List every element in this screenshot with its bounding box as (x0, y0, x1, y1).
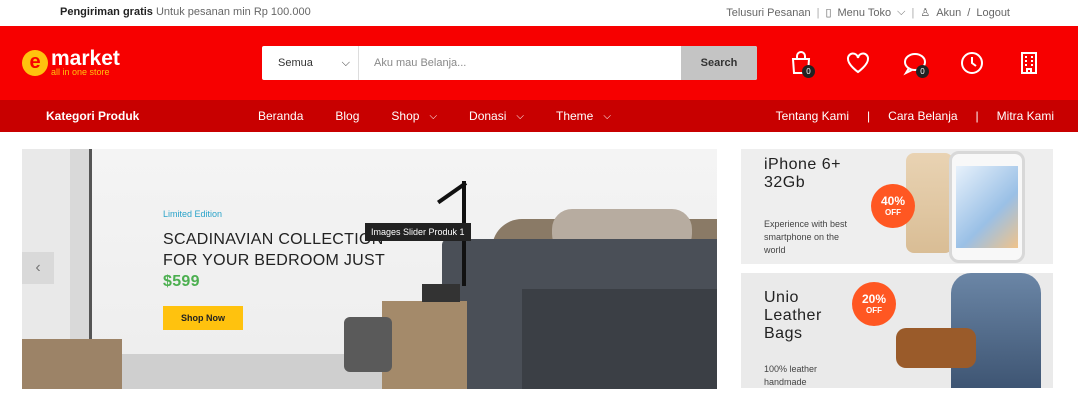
brand-name: market (51, 47, 120, 70)
categories-menu[interactable]: Kategori Produk (46, 109, 139, 123)
divider: | (816, 6, 820, 19)
promo-description: 100% leather handmade (764, 364, 818, 387)
discount-value: 20% (861, 292, 887, 306)
hero-price: $599 (163, 273, 200, 290)
shipping-bold: Pengiriman gratis (60, 6, 153, 18)
building-icon (1021, 52, 1037, 74)
chat-count-badge: 0 (916, 65, 929, 78)
history-icon (961, 52, 983, 74)
discount-badge: 40% OFF (871, 184, 915, 228)
store-icon: ▯ (825, 7, 832, 19)
hero-tag: Limited Edition (163, 209, 223, 219)
discount-badge: 20% OFF (852, 282, 896, 326)
cart-count-badge: 0 (802, 65, 815, 78)
chevron-left-icon: ‹ (35, 259, 41, 276)
divider: | (867, 109, 871, 123)
category-select-value: Semua (278, 57, 313, 69)
category-select[interactable]: Semua ⌵ (262, 46, 359, 80)
nav-item-cara-belanja[interactable]: Cara Belanja (888, 109, 957, 123)
account-link[interactable]: Akun (936, 7, 961, 19)
logo[interactable]: e market all in one store (22, 48, 120, 77)
divider: | (911, 6, 915, 19)
nav-item-tentang-kami[interactable]: Tentang Kami (776, 109, 849, 123)
nav-item-blog[interactable]: Blog (335, 109, 359, 123)
discount-value: 40% (880, 194, 906, 208)
cart-button[interactable]: 0 (784, 46, 818, 80)
shop-now-button[interactable]: Shop Now (163, 306, 243, 330)
chat-button[interactable]: 0 (898, 46, 932, 80)
slide-stool (22, 339, 122, 389)
nav-item-shop[interactable]: Shop (391, 109, 437, 123)
header-icons: 0 0 (784, 46, 1046, 80)
main-nav: Kategori Produk Beranda Blog Shop Donasi… (0, 100, 1078, 132)
slide-books (422, 284, 460, 302)
store-menu-link[interactable]: Menu Toko (838, 7, 892, 19)
slider-prev-button[interactable]: ‹ (22, 252, 54, 284)
user-icon: ♙ (920, 7, 931, 19)
search-bar: Semua ⌵ Search (262, 46, 757, 80)
shipping-info: Pengiriman gratis Untuk pesanan min Rp 1… (60, 6, 311, 18)
nav-item-beranda[interactable]: Beranda (258, 109, 303, 123)
promo-description: Experience with best smartphone on the w… (764, 219, 848, 255)
hero-headline-text: SCADINAVIAN COLLECTION FOR YOUR BEDROOM … (163, 231, 385, 269)
nav-item-donasi[interactable]: Donasi (469, 109, 524, 123)
chevron-down-icon: ⌵ (341, 56, 350, 69)
main-header: e market all in one store Semua ⌵ Search… (0, 26, 1078, 100)
phone-image-front (949, 151, 1025, 263)
slide-bag (344, 317, 392, 372)
slide-bed-base (522, 289, 717, 389)
promo-banner-iphone[interactable]: iPhone 6+ 32Gb Experience with best smar… (741, 149, 1053, 264)
heart-icon (847, 52, 869, 74)
promo-banner-bags[interactable]: Unio Leather Bags 100% leather handmade … (741, 273, 1053, 388)
bag-image (896, 328, 976, 368)
promo-title: Unio Leather Bags (764, 289, 822, 342)
search-button[interactable]: Search (681, 46, 757, 80)
history-button[interactable] (955, 46, 989, 80)
logo-mark: e (22, 49, 48, 76)
slide-side-table (382, 301, 467, 389)
slider-tooltip: Images Slider Produk 1 (365, 223, 471, 241)
search-input[interactable] (359, 46, 681, 80)
promo-title: iPhone 6+ 32Gb (764, 156, 842, 191)
divider: | (975, 109, 979, 123)
discount-off: OFF (885, 208, 901, 217)
store-button[interactable] (1012, 46, 1046, 80)
nav-right-links: Tentang Kami | Cara Belanja | Mitra Kami (776, 109, 1054, 123)
top-bar: Pengiriman gratis Untuk pesanan min Rp 1… (0, 0, 1078, 26)
shipping-text: Untuk pesanan min Rp 100.000 (155, 6, 311, 18)
wishlist-button[interactable] (841, 46, 875, 80)
nav-item-theme[interactable]: Theme (556, 109, 611, 123)
hero-slider[interactable]: ‹ Limited Edition SCADINAVIAN COLLECTION… (22, 149, 717, 389)
nav-menu: Beranda Blog Shop Donasi Theme (258, 109, 643, 123)
nav-item-mitra-kami[interactable]: Mitra Kami (997, 109, 1054, 123)
logout-link[interactable]: Logout (976, 7, 1010, 19)
track-order-link[interactable]: Telusuri Pesanan (726, 7, 810, 19)
top-links: Telusuri Pesanan | ▯ Menu Toko ⌵ | ♙ Aku… (726, 6, 1010, 19)
slash-divider: / (967, 6, 971, 19)
chevron-down-icon: ⌵ (897, 6, 906, 18)
discount-off: OFF (866, 306, 882, 315)
